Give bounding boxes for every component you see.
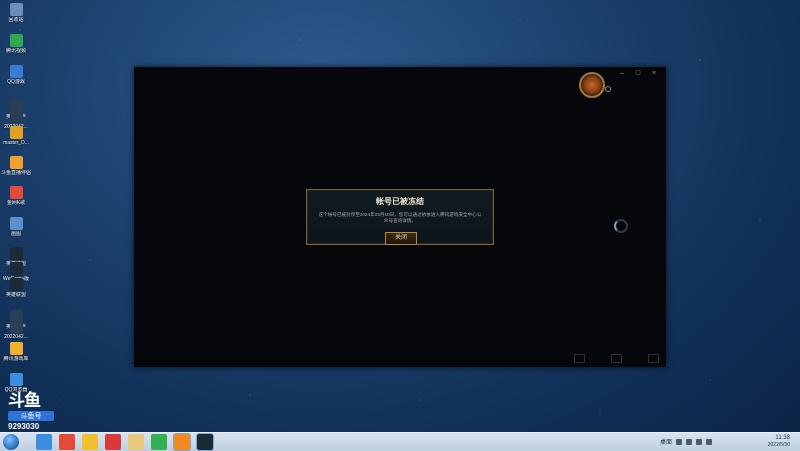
taskbar-apps — [36, 433, 214, 451]
window-bottom-icons — [574, 354, 659, 363]
desktop-icon[interactable]: master_D... — [0, 126, 32, 146]
volume-icon[interactable] — [686, 438, 693, 445]
desktop-icon-label: 英雄联盟 — [5, 292, 26, 298]
app-icon — [9, 34, 23, 47]
desktop-icon[interactable]: QQ浏览器 — [0, 373, 32, 393]
media-player-app-icon[interactable] — [151, 434, 167, 450]
desktop-icon[interactable]: 回收站 — [0, 3, 32, 23]
system-tray: 桌面 — [660, 437, 713, 446]
clock-date: 2022/5/30 — [767, 442, 790, 448]
app-icon — [9, 186, 23, 199]
folder-app-icon[interactable] — [128, 434, 144, 450]
desktop-icon[interactable]: 腾讯游戏库 — [0, 342, 32, 362]
app-icon — [9, 262, 23, 275]
app-icon — [9, 278, 23, 291]
maximize-button[interactable]: □ — [634, 70, 642, 78]
douyu-app-icon[interactable] — [173, 433, 191, 451]
app-icon — [9, 65, 23, 78]
minimize-button[interactable]: – — [618, 70, 626, 78]
friends-icon[interactable] — [611, 354, 622, 363]
desktop-icon[interactable]: 斗鱼直播伴侣 — [0, 156, 32, 176]
account-frozen-dialog: 帐号已被冻结 这个帐号已被封停至2024年03月10日，您可以通过依依进入腾讯游… — [306, 189, 494, 245]
desktop-icon[interactable]: QQ游戏 — [0, 65, 32, 85]
desktop-icon-label: 腾讯游戏库 — [3, 356, 29, 362]
notification-icon[interactable] — [706, 438, 713, 445]
taskbar-clock[interactable]: 11:38 2022/5/30 — [768, 435, 790, 448]
desktop-icon[interactable]: 2022042... — [0, 320, 32, 340]
input-method-icon[interactable] — [696, 438, 703, 445]
douyu-room-number: 9293030 — [8, 422, 40, 431]
desktop-icon-label: 2022042... — [4, 334, 28, 340]
app-icon — [9, 320, 23, 333]
app-icon — [9, 110, 23, 123]
clock-time: 11:38 — [775, 435, 790, 441]
desktop-icon[interactable]: 金网K歌 — [0, 186, 32, 206]
douyu-tag: 斗鱼号 — [8, 411, 54, 421]
chat-icon[interactable] — [574, 354, 585, 363]
desktop-icon-label: 腾讯视频 — [5, 48, 26, 54]
start-button[interactable] — [3, 434, 19, 450]
dialog-close-button[interactable]: 关闭 — [385, 232, 417, 245]
desktop-icon-label: 斗鱼直播伴侣 — [0, 170, 31, 176]
app-icon — [9, 247, 23, 260]
tray-desktop-label[interactable]: 桌面 — [660, 437, 672, 446]
app-icon — [9, 342, 23, 355]
profile-avatar[interactable] — [579, 72, 605, 98]
qq-app-icon[interactable] — [82, 434, 98, 450]
ie-app-icon[interactable] — [36, 434, 52, 450]
desktop-icon-label: 回收站 — [8, 17, 24, 23]
close-window-button[interactable]: × — [650, 70, 658, 78]
lol-app-icon[interactable] — [196, 433, 214, 451]
taskbar: 桌面 11:38 2022/5/30 — [0, 432, 800, 451]
desktop-icon-label: QQ游戏 — [7, 79, 25, 85]
app-icon — [9, 3, 23, 16]
app-icon — [9, 156, 23, 169]
douyu-watermark: 斗鱼 斗鱼号 9293030 — [8, 392, 60, 431]
app-icon — [9, 126, 23, 139]
desktop-icon-label: 画图 — [10, 231, 21, 237]
desktop-icon-label: master_D... — [3, 140, 29, 146]
status-dot-icon — [605, 86, 611, 92]
app-icon — [9, 373, 23, 386]
window-controls: – □ × — [618, 70, 658, 78]
dialog-title: 帐号已被冻结 — [376, 197, 424, 206]
desktop-icon[interactable]: 英雄联盟 — [0, 278, 32, 298]
app-icon — [9, 217, 23, 230]
desktop-icon[interactable]: 画图 — [0, 217, 32, 237]
dialog-message: 这个帐号已被封停至2024年03月10日，您可以通过依依进入腾讯游戏安全中心公众… — [318, 212, 482, 223]
settings-icon[interactable] — [648, 354, 659, 363]
netease-music-app-icon[interactable] — [105, 434, 121, 450]
search-app-icon[interactable] — [59, 434, 75, 450]
douyu-logo: 斗鱼 — [8, 391, 41, 410]
desktop-icon-label: 金网K歌 — [6, 200, 26, 206]
network-icon[interactable] — [676, 438, 683, 445]
desktop-icon[interactable]: 腾讯视频 — [0, 34, 32, 54]
loading-spinner-icon — [614, 219, 628, 233]
